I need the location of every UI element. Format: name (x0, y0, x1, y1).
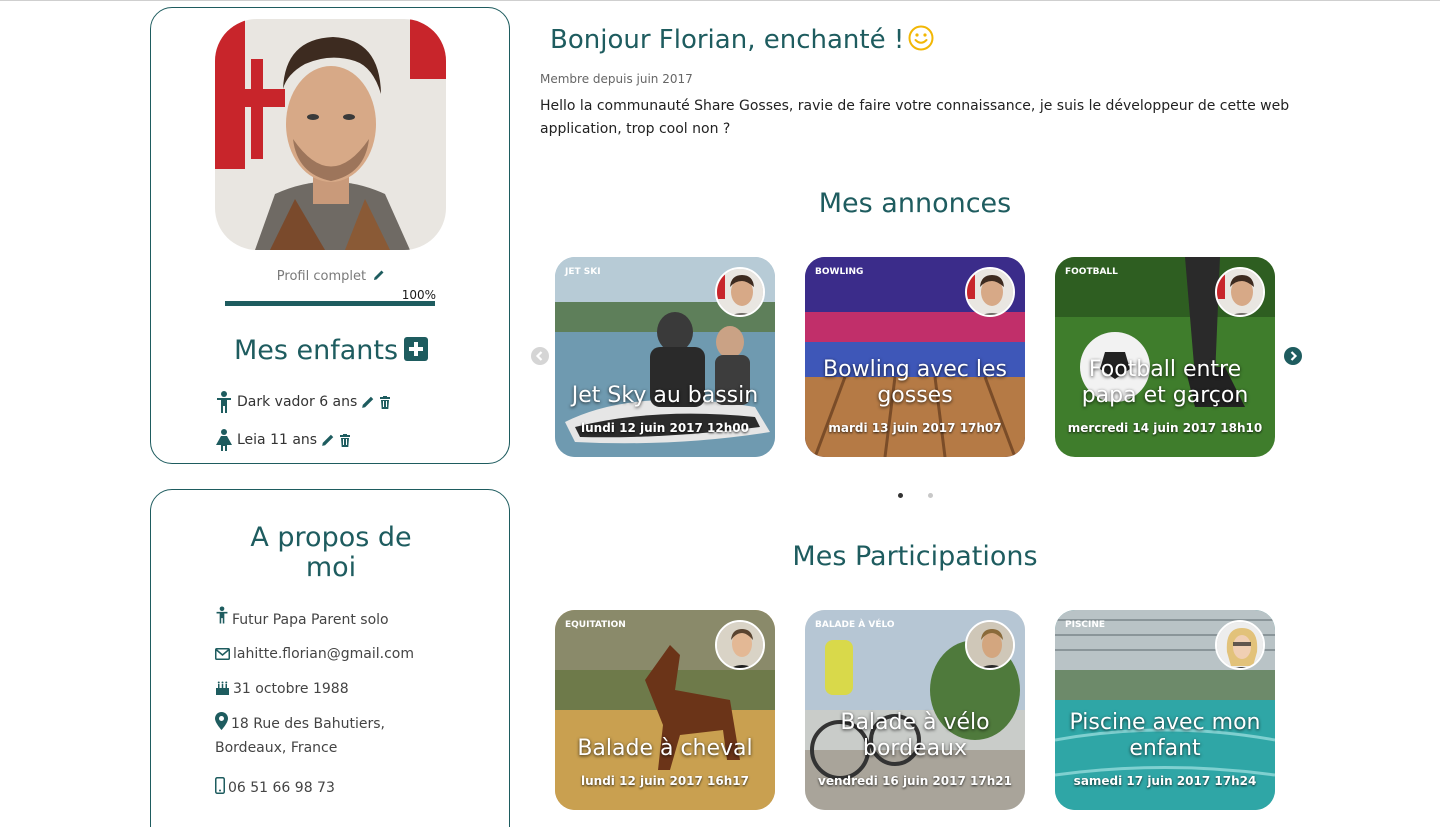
participation-card[interactable]: PISCINE Piscine avec mon enfant samedi 17… (1055, 610, 1275, 810)
carousel-dot[interactable] (928, 493, 933, 498)
activity-title-line2: papa et garçon (1081, 383, 1249, 408)
about-section-title: A propos de moi (151, 523, 511, 583)
activity-title: Football entre papa et garçon (1063, 357, 1267, 409)
kids-title-text: Mes enfants (233, 335, 399, 366)
activity-title-line1: Piscine avec mon (1069, 710, 1261, 735)
activity-category: PISCINE (1065, 620, 1106, 630)
owner-avatar (1215, 267, 1265, 317)
owner-avatar (715, 620, 765, 670)
activity-date: mercredi 14 juin 2017 18h10 (1067, 421, 1263, 435)
activity-title: Balade à cheval (563, 736, 767, 762)
profile-progress-label[interactable]: Profil complet (151, 269, 511, 284)
status-text: Futur Papa Parent solo (232, 612, 389, 628)
owner-avatar (965, 620, 1015, 670)
carousel-next-button[interactable] (1284, 347, 1302, 365)
about-title-line1: A propos de (250, 522, 412, 553)
activity-date: mardi 13 juin 2017 17h07 (828, 421, 1002, 435)
person-icon (216, 606, 228, 624)
chevron-left-icon (531, 347, 549, 365)
chevron-right-icon (1284, 347, 1302, 365)
kid-name: Leia 11 ans (237, 432, 318, 448)
bio-text: Hello la communauté Share Gosses, ravie … (540, 98, 1290, 137)
pencil-icon[interactable] (321, 433, 335, 447)
greeting-heading: Bonjour Florian, enchanté ! (550, 25, 934, 55)
mobile-phone-icon (215, 777, 225, 794)
map-marker-icon (215, 712, 228, 730)
address-line1: 18 Rue des Bahutiers, (231, 716, 385, 732)
profile-card: Profil complet 100% Mes enfants Dark vad… (150, 7, 510, 464)
about-title-line2: moi (305, 552, 357, 583)
phone-text: 06 51 66 98 73 (228, 780, 335, 796)
about-address: 18 Rue des Bahutiers, Bordeaux, France (215, 712, 475, 760)
add-child-icon[interactable] (404, 337, 429, 361)
address-line2: Bordeaux, France (215, 740, 338, 756)
progress-bar (225, 301, 435, 306)
progress-percent: 100% (401, 288, 436, 302)
birthday-cake-icon (216, 681, 229, 695)
activity-title-line2: gosses (877, 383, 953, 408)
top-divider (0, 0, 1440, 1)
kids-section-title: Mes enfants (151, 335, 511, 366)
member-since: Membre depuis juin 2017 (540, 72, 693, 86)
activity-title-line1: Football entre (1088, 357, 1242, 382)
progress-bar-fill (225, 301, 435, 306)
envelope-icon (215, 648, 230, 660)
activity-title-line2: bordeaux (862, 736, 968, 761)
activity-title: Jet Sky au bassin (563, 383, 767, 409)
activity-title: Bowling avec les gosses (813, 357, 1017, 409)
annonce-card[interactable]: FOOTBALL Football entre papa et garçon me… (1055, 257, 1275, 457)
activity-date: lundi 12 juin 2017 16h17 (581, 774, 749, 788)
activity-title-line1: Jet Sky au bassin (571, 383, 759, 408)
smiley-icon (908, 25, 934, 51)
activity-category: EQUITATION (565, 620, 626, 630)
girl-icon (216, 429, 232, 451)
about-email: lahitte.florian@gmail.com (215, 642, 475, 666)
about-card: A propos de moi Futur Papa Parent solo l… (150, 489, 510, 827)
kid-name: Dark vador 6 ans (237, 394, 358, 410)
profile-avatar (215, 19, 446, 250)
about-birthday: 31 octobre 1988 (215, 677, 475, 701)
kid-item: Dark vador 6 ans (215, 391, 391, 413)
trash-icon[interactable] (339, 433, 351, 447)
activity-category: FOOTBALL (1065, 267, 1118, 277)
pencil-icon[interactable] (373, 269, 385, 281)
email-text[interactable]: lahitte.florian@gmail.com (233, 646, 414, 662)
owner-avatar (715, 267, 765, 317)
trash-icon[interactable] (379, 395, 391, 409)
boy-icon (217, 391, 231, 413)
participations-section-title: Mes Participations (792, 541, 1038, 572)
activity-date: samedi 17 juin 2017 17h24 (1073, 774, 1257, 788)
about-status: Futur Papa Parent solo (215, 604, 475, 632)
activity-title: Piscine avec mon enfant (1063, 710, 1267, 762)
activity-title-line2: enfant (1129, 736, 1201, 761)
activity-date: lundi 12 juin 2017 12h00 (581, 421, 749, 435)
participation-card[interactable]: EQUITATION Balade à cheval lundi 12 juin… (555, 610, 775, 810)
carousel-prev-button[interactable] (531, 347, 549, 365)
birthday-text: 31 octobre 1988 (233, 681, 349, 697)
kid-item: Leia 11 ans (215, 429, 351, 451)
activity-title-line1: Balade à cheval (577, 736, 753, 761)
activity-title: Balade à vélo bordeaux (813, 710, 1017, 762)
activity-date: vendredi 16 juin 2017 17h21 (818, 774, 1012, 788)
annonce-card[interactable]: BOWLING Bowling avec les gosses mardi 13 … (805, 257, 1025, 457)
activity-category: BOWLING (815, 267, 864, 277)
activity-category: JET SKI (565, 267, 601, 277)
greeting-text: Bonjour Florian, enchanté ! (550, 25, 905, 55)
annonces-section-title: Mes annonces (818, 188, 1012, 219)
pencil-icon[interactable] (361, 395, 375, 409)
about-phone: 06 51 66 98 73 (215, 776, 475, 800)
participation-card[interactable]: BALADE À VÉLO Balade à vélo bordeaux vend… (805, 610, 1025, 810)
annonce-card[interactable]: JET SKI Jet Sky au bassin lundi 12 juin … (555, 257, 775, 457)
activity-title-line1: Bowling avec les (823, 357, 1007, 382)
owner-avatar (1215, 620, 1265, 670)
owner-avatar (965, 267, 1015, 317)
activity-category: BALADE À VÉLO (815, 620, 895, 630)
carousel-dot-active[interactable] (898, 493, 903, 498)
activity-title-line1: Balade à vélo (840, 710, 990, 735)
progress-label-text: Profil complet (276, 269, 367, 284)
